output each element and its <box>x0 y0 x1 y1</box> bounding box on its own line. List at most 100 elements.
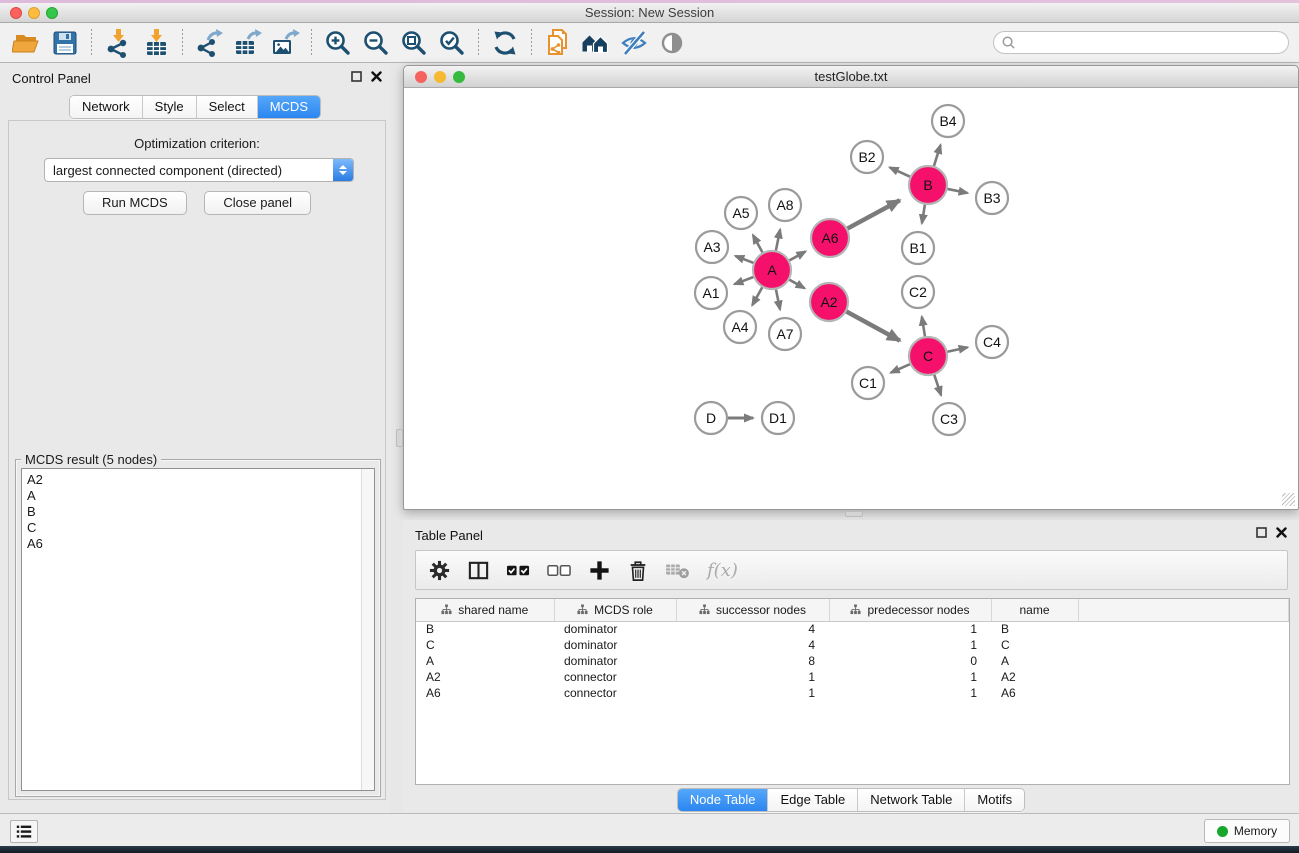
mcds-result-item[interactable]: A6 <box>22 536 374 552</box>
edge-A6-B[interactable] <box>846 200 900 229</box>
cell-predecessor-nodes[interactable]: 1 <box>829 637 991 653</box>
node-A7[interactable]: A7 <box>769 318 801 350</box>
node-B2[interactable]: B2 <box>851 141 883 173</box>
cell-name[interactable]: C <box>991 637 1078 653</box>
cell-predecessor-nodes[interactable]: 1 <box>829 685 991 701</box>
cell-name[interactable]: B <box>991 621 1078 637</box>
home-button[interactable] <box>577 26 615 60</box>
export-network-button[interactable] <box>190 26 228 60</box>
task-history-button[interactable] <box>10 820 38 843</box>
hide-graphics-details-button[interactable] <box>615 26 653 60</box>
node-D1[interactable]: D1 <box>762 402 794 434</box>
node-B3[interactable]: B3 <box>976 182 1008 214</box>
table-row[interactable]: A6connector11A6 <box>416 685 1289 701</box>
cell-successor-nodes[interactable]: 4 <box>676 637 829 653</box>
edge-A-A2[interactable] <box>788 279 805 288</box>
select-all-icon[interactable] <box>506 559 531 582</box>
optimization-criterion-select[interactable]: largest connected component (directed) <box>44 158 354 182</box>
run-mcds-button[interactable]: Run MCDS <box>83 191 187 215</box>
column-header-shared-name[interactable]: shared name <box>416 599 554 621</box>
refresh-button[interactable] <box>486 26 524 60</box>
cell-successor-nodes[interactable]: 8 <box>676 653 829 669</box>
table-row[interactable]: Cdominator41C <box>416 637 1289 653</box>
search-input[interactable] <box>1016 32 1288 53</box>
close-panel-icon[interactable] <box>371 71 382 82</box>
zoom-selected-button[interactable] <box>433 26 471 60</box>
network-window-zoom-button[interactable] <box>453 71 465 83</box>
node-A8[interactable]: A8 <box>769 189 801 221</box>
mcds-result-item[interactable]: A <box>22 488 374 504</box>
column-header-mcds-role[interactable]: MCDS role <box>554 599 676 621</box>
close-window-button[interactable] <box>10 7 22 19</box>
edge-B-B3[interactable] <box>946 189 968 193</box>
node-A1[interactable]: A1 <box>695 277 727 309</box>
edge-C-C3[interactable] <box>934 373 941 395</box>
node-C4[interactable]: C4 <box>976 326 1008 358</box>
edge-A-A6[interactable] <box>788 252 806 262</box>
cell-predecessor-nodes[interactable]: 1 <box>829 621 991 637</box>
cell-predecessor-nodes[interactable]: 1 <box>829 669 991 685</box>
cell-shared-name[interactable]: A2 <box>416 669 554 685</box>
node-A4[interactable]: A4 <box>724 311 756 343</box>
network-window-minimize-button[interactable] <box>434 71 446 83</box>
cell-name[interactable]: A6 <box>991 685 1078 701</box>
show-graphics-details-button[interactable] <box>653 26 691 60</box>
edge-C-C1[interactable] <box>891 363 912 372</box>
tab-network-table[interactable]: Network Table <box>858 789 965 811</box>
node-B4[interactable]: B4 <box>932 105 964 137</box>
cell-successor-nodes[interactable]: 1 <box>676 669 829 685</box>
network-window-titlebar[interactable]: testGlobe.txt <box>404 66 1298 88</box>
cell-mcds-role[interactable]: connector <box>554 685 676 701</box>
edge-B-B1[interactable] <box>922 203 925 224</box>
edge-A-A5[interactable] <box>753 235 763 254</box>
cell-mcds-role[interactable]: dominator <box>554 637 676 653</box>
save-session-button[interactable] <box>46 26 84 60</box>
edge-A-A1[interactable] <box>734 276 755 284</box>
close-panel-button[interactable]: Close panel <box>204 191 311 215</box>
column-header-name[interactable]: name <box>991 599 1078 621</box>
node-B[interactable]: B <box>909 166 947 204</box>
cell-shared-name[interactable]: A6 <box>416 685 554 701</box>
tab-mcds[interactable]: MCDS <box>258 96 320 118</box>
network-canvas[interactable]: AA1A2A3A4A5A6A7A8BB1B2B3B4CC1C2C3C4DD1 <box>405 88 1297 508</box>
tab-edge-table[interactable]: Edge Table <box>768 789 858 811</box>
zoom-out-button[interactable] <box>357 26 395 60</box>
add-column-icon[interactable] <box>588 559 611 582</box>
memory-button[interactable]: Memory <box>1204 819 1290 843</box>
table-row[interactable]: A2connector11A2 <box>416 669 1289 685</box>
edge-B-B2[interactable] <box>890 167 912 177</box>
column-header-predecessor-nodes[interactable]: predecessor nodes <box>829 599 991 621</box>
node-A5[interactable]: A5 <box>725 197 757 229</box>
cell-mcds-role[interactable]: dominator <box>554 621 676 637</box>
float-table-panel-icon[interactable] <box>1256 527 1267 538</box>
cell-shared-name[interactable]: C <box>416 637 554 653</box>
mcds-list-scrollbar[interactable] <box>361 469 374 790</box>
table-row[interactable]: Bdominator41B <box>416 621 1289 637</box>
tab-select[interactable]: Select <box>197 96 258 118</box>
node-A[interactable]: A <box>753 251 791 289</box>
network-window-close-button[interactable] <box>415 71 427 83</box>
settings-gear-icon[interactable] <box>428 559 451 582</box>
edge-A-A8[interactable] <box>776 230 781 253</box>
edge-A-A4[interactable] <box>752 286 763 306</box>
mcds-result-item[interactable]: C <box>22 520 374 536</box>
edge-A2-C[interactable] <box>845 311 900 341</box>
cell-successor-nodes[interactable]: 1 <box>676 685 829 701</box>
column-header-successor-nodes[interactable]: successor nodes <box>676 599 829 621</box>
tab-node-table[interactable]: Node Table <box>678 789 769 811</box>
node-C1[interactable]: C1 <box>852 367 884 399</box>
delete-column-trash-icon[interactable] <box>627 559 649 582</box>
node-C2[interactable]: C2 <box>902 276 934 308</box>
node-A2[interactable]: A2 <box>810 283 848 321</box>
horizontal-splitter-handle[interactable] <box>845 511 863 517</box>
cell-successor-nodes[interactable]: 4 <box>676 621 829 637</box>
float-panel-icon[interactable] <box>351 71 362 82</box>
table-row[interactable]: Adominator80A <box>416 653 1289 669</box>
column-visibility-icon[interactable] <box>467 559 490 582</box>
node-A6[interactable]: A6 <box>811 219 849 257</box>
tab-style[interactable]: Style <box>143 96 197 118</box>
cell-mcds-role[interactable]: dominator <box>554 653 676 669</box>
node-D[interactable]: D <box>695 402 727 434</box>
cell-name[interactable]: A2 <box>991 669 1078 685</box>
import-network-button[interactable] <box>99 26 137 60</box>
